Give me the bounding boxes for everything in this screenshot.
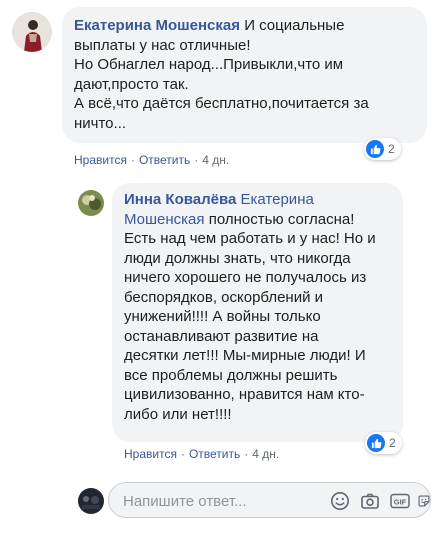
reply-link[interactable]: Ответить (189, 447, 240, 461)
comment-text: Есть над чем работать и у нас! Но и (124, 230, 376, 247)
like-icon (366, 140, 384, 158)
comment-text: цивилизованно, нравится нам кто- (124, 386, 365, 403)
reply-input[interactable] (123, 491, 313, 511)
comment-text: либо или нет!!!! (124, 405, 232, 423)
separator-dot: · (194, 153, 199, 167)
avatar-photo (78, 190, 104, 216)
camera-icon[interactable] (359, 490, 381, 512)
like-link[interactable]: Нравится (124, 447, 177, 461)
comment-text: все проблемы должны решить (124, 366, 338, 384)
mention-link[interactable]: Мошенская (124, 211, 205, 228)
comment-text: останавливают развитие на (124, 327, 319, 345)
mention-link[interactable]: Екатерина (241, 191, 314, 208)
comment-text: унижений!!!! А войны только (124, 308, 321, 325)
comment-line: Екатерина Мошенская И социальные (74, 16, 415, 36)
gif-label: GIF (394, 497, 407, 506)
sticker-icon[interactable] (417, 490, 431, 512)
comment-actions: Нравится · Ответить · 4 дн. (124, 447, 279, 461)
comment-bubble: Екатерина Мошенская И социальные выплаты… (62, 7, 427, 143)
current-user-avatar (78, 488, 104, 514)
reply-composer[interactable]: GIF (108, 482, 431, 518)
reaction-summary[interactable]: 2 (365, 432, 402, 454)
emoji-icon[interactable] (329, 490, 351, 512)
avatar[interactable] (78, 190, 104, 216)
separator-dot: · (180, 447, 185, 461)
comment-text: А всё,что даётся бесплатно,почитается за (74, 95, 369, 112)
reaction-count: 2 (388, 142, 395, 156)
reaction-summary[interactable]: 2 (364, 138, 401, 160)
comment-text: десятки лет!!! Мы-мирные люди! И (124, 347, 366, 364)
comment-text: Но Обнаглел народ...Привыкли,что им (74, 56, 344, 73)
comment-line: Инна Ковалёва Екатерина (124, 190, 391, 210)
comment-text: люди должны знать, что никогда (124, 249, 351, 267)
separator-dot: · (130, 153, 135, 167)
like-icon (367, 434, 385, 452)
avatar-photo (78, 488, 104, 514)
reaction-count: 2 (389, 436, 396, 450)
comment-text: выплаты у нас отличные! (74, 36, 251, 54)
comment-text: беспорядков, оскорблений и (124, 288, 324, 306)
comment-text: дают,просто так. (74, 75, 189, 93)
reply-link[interactable]: Ответить (139, 153, 190, 167)
comment-text: ничего хорошего не получалось из (124, 269, 367, 286)
comment-author[interactable]: Инна Ковалёва (124, 191, 236, 208)
gif-icon[interactable]: GIF (389, 490, 411, 512)
comment-author[interactable]: Екатерина Мошенская (74, 17, 240, 34)
comment-text: полностью согласна! (208, 210, 355, 228)
comment-line: Мошенская полностью согласна! (124, 210, 391, 230)
avatar-photo (12, 12, 52, 52)
avatar[interactable] (12, 12, 52, 52)
separator-dot: · (244, 447, 249, 461)
like-link[interactable]: Нравится (74, 153, 127, 167)
comment-text: И социальные (244, 17, 345, 34)
comment-bubble: Инна Ковалёва Екатерина Мошенская полнос… (112, 183, 403, 442)
timestamp[interactable]: 4 дн. (202, 153, 229, 167)
comment-text: ничто... (74, 114, 127, 132)
comment-actions: Нравится · Ответить · 4 дн. (74, 153, 229, 167)
timestamp[interactable]: 4 дн. (252, 447, 279, 461)
